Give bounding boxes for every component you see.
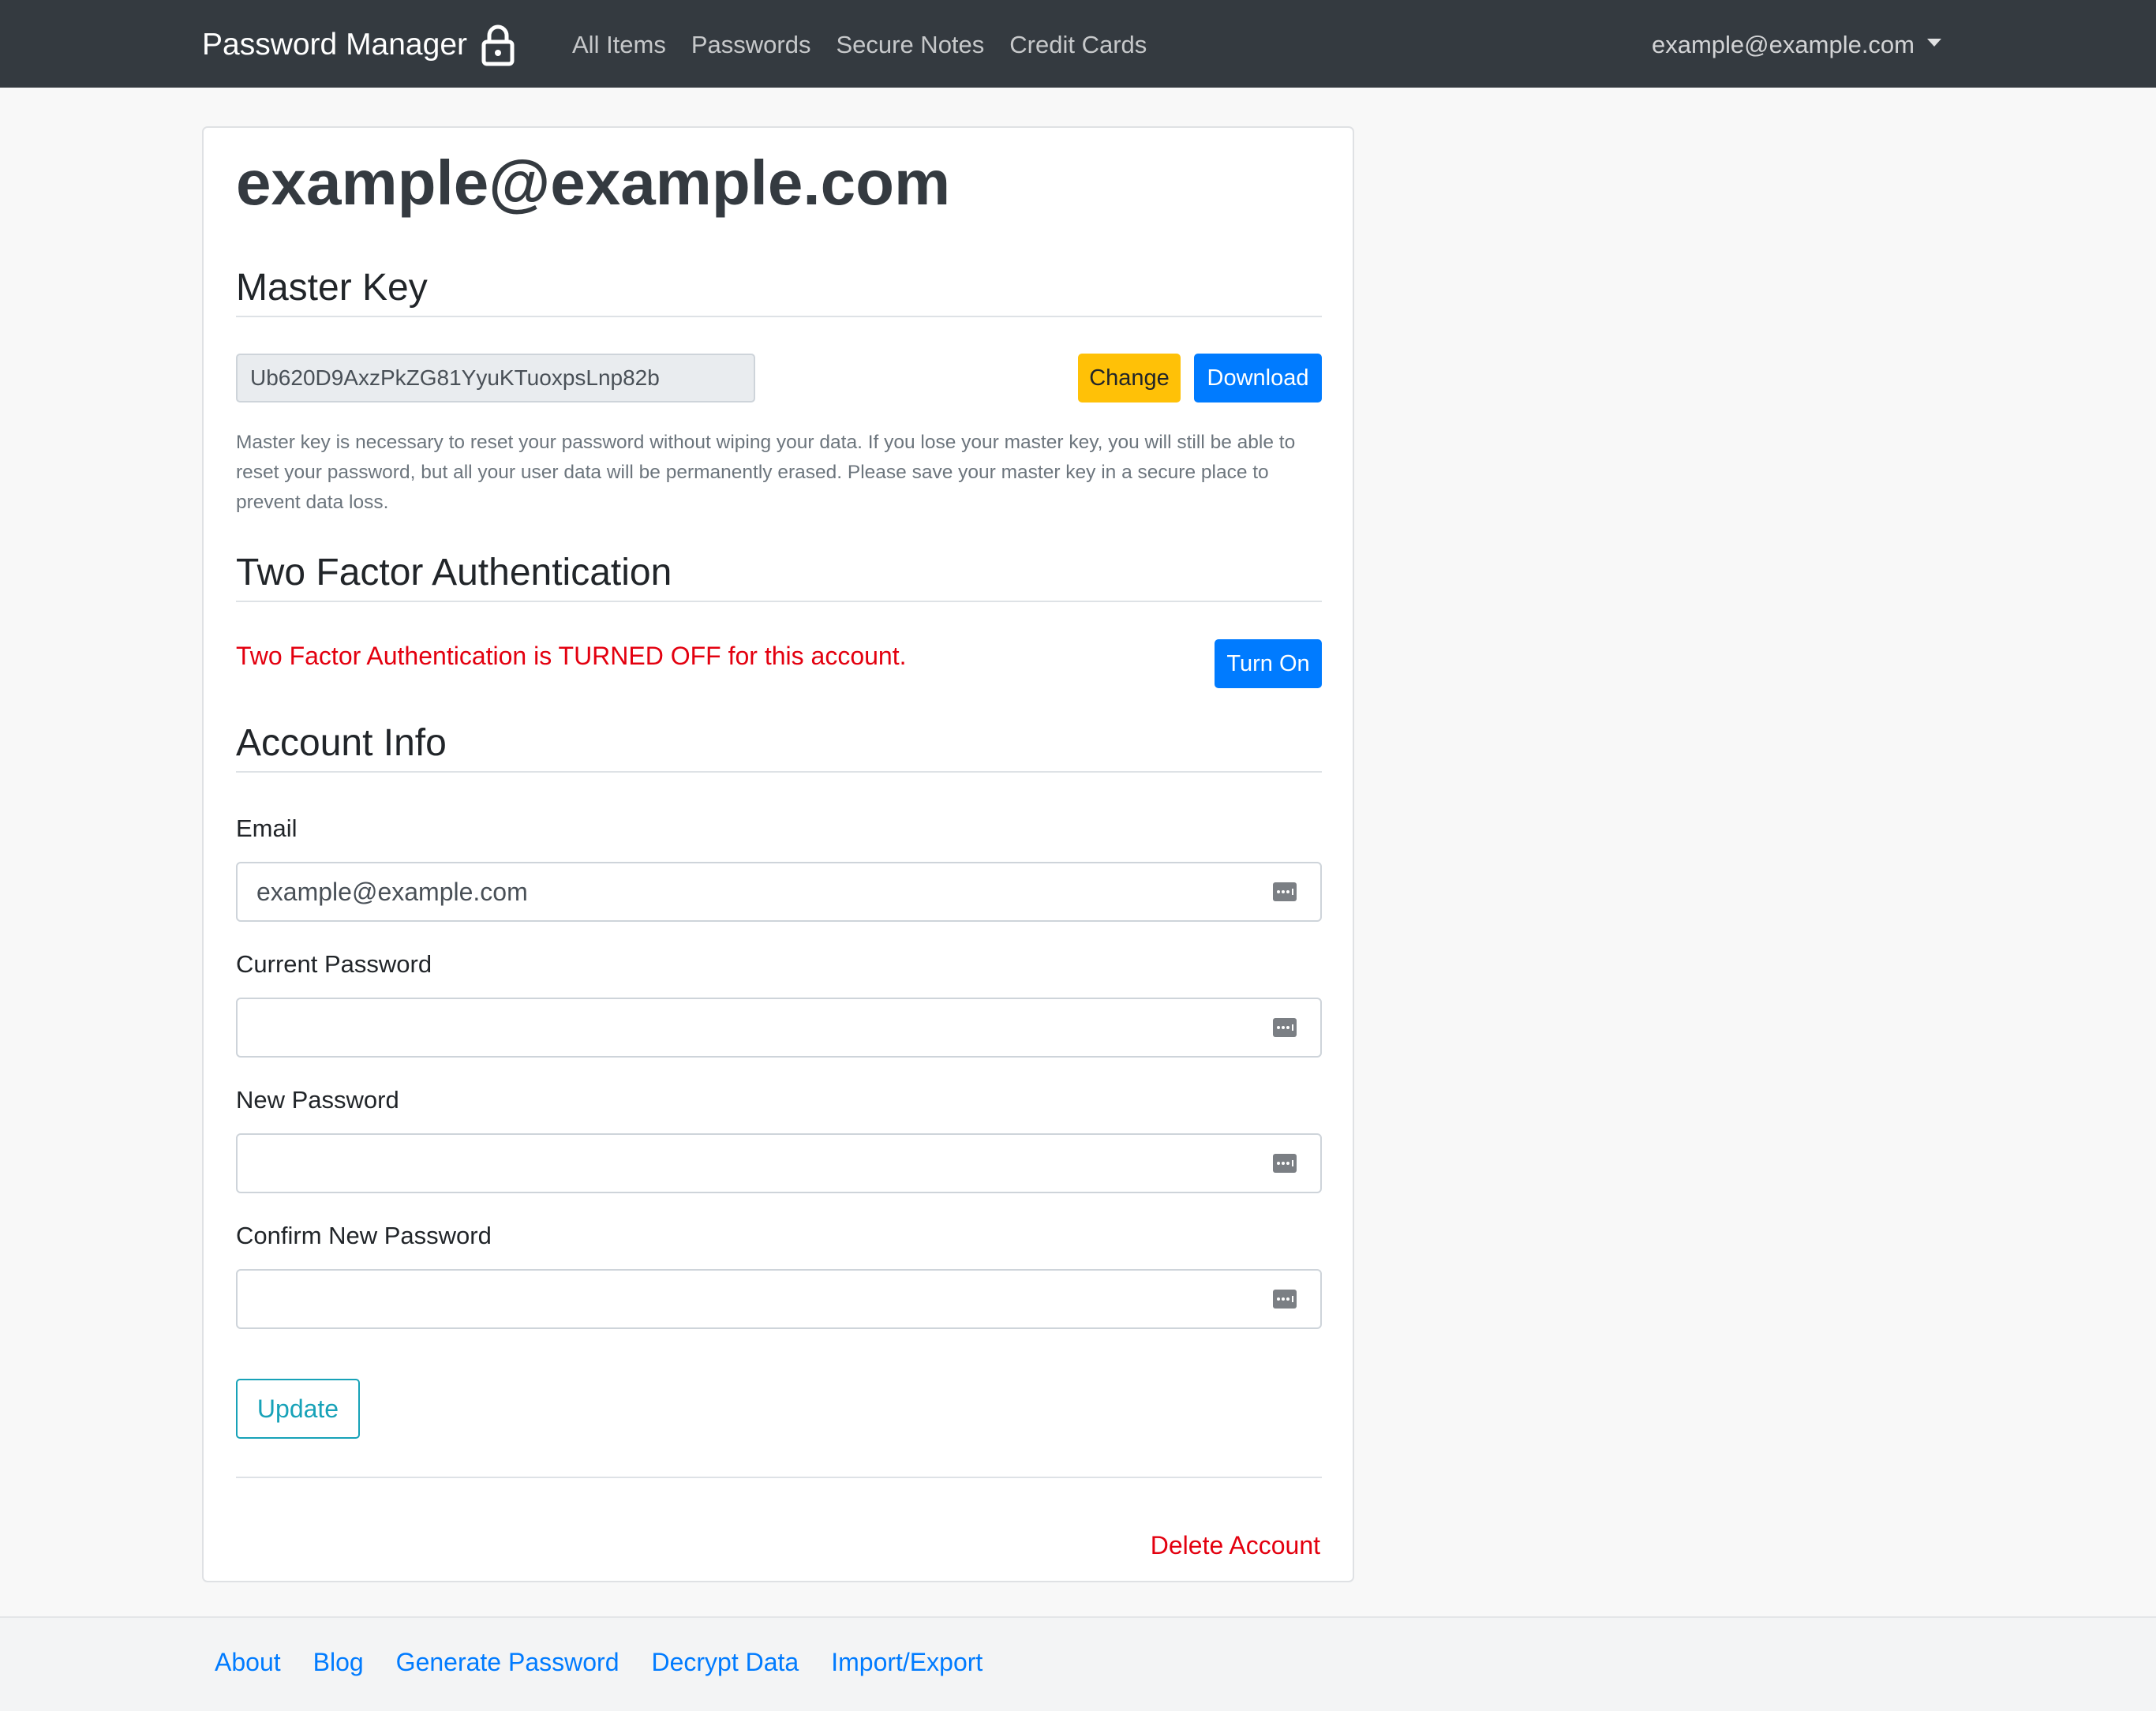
change-master-key-button[interactable]: Change [1078, 354, 1181, 402]
new-password-field[interactable] [236, 1133, 1322, 1193]
delete-account-link[interactable]: Delete Account [1151, 1531, 1320, 1560]
footer-links: About Blog Generate Password Decrypt Dat… [215, 1648, 1015, 1677]
confirm-password-field[interactable] [236, 1269, 1322, 1329]
master-key-heading: Master Key [236, 267, 428, 309]
email-label: Email [236, 814, 298, 842]
nav-passwords[interactable]: Passwords [691, 31, 811, 59]
user-dropdown[interactable]: example@example.com [1652, 22, 1941, 68]
two-factor-status: Two Factor Authentication is TURNED OFF … [236, 642, 907, 670]
account-card: example@example.com Master Key Ub620D9Ax… [202, 126, 1354, 1582]
card-bottom-divider [236, 1477, 1322, 1478]
password-manager-key-icon[interactable] [1273, 882, 1297, 901]
brand-name: Password Manager [202, 28, 467, 62]
caret-down-icon [1927, 39, 1941, 47]
confirm-password-label: Confirm New Password [236, 1222, 492, 1249]
footer-link-blog[interactable]: Blog [313, 1648, 364, 1677]
master-key-divider [236, 316, 1322, 317]
lock-icon [481, 24, 515, 66]
email-value: example@example.com [256, 878, 528, 906]
nav-all-items[interactable]: All Items [572, 31, 666, 59]
footer-link-import-export[interactable]: Import/Export [831, 1648, 983, 1677]
footer-link-decrypt-data[interactable]: Decrypt Data [651, 1648, 799, 1677]
password-manager-key-icon[interactable] [1273, 1154, 1297, 1173]
turn-on-2fa-button[interactable]: Turn On [1215, 639, 1322, 688]
password-manager-key-icon[interactable] [1273, 1290, 1297, 1309]
master-key-field[interactable]: Ub620D9AxzPkZG81YyuKTuoxpsLnp82b [236, 354, 755, 402]
update-button[interactable]: Update [236, 1379, 360, 1439]
current-password-label: Current Password [236, 950, 432, 978]
main-nav: All Items Passwords Secure Notes Credit … [572, 22, 1172, 68]
download-master-key-button[interactable]: Download [1194, 354, 1322, 402]
nav-secure-notes[interactable]: Secure Notes [836, 31, 984, 59]
user-email: example@example.com [1652, 31, 1915, 58]
top-navbar: Password Manager All Items Passwords Sec… [0, 0, 2156, 88]
brand-link[interactable]: Password Manager [202, 22, 515, 68]
account-info-divider [236, 771, 1322, 773]
footer: About Blog Generate Password Decrypt Dat… [0, 1616, 2156, 1711]
account-info-heading: Account Info [236, 722, 447, 764]
current-password-field[interactable] [236, 998, 1322, 1058]
footer-link-about[interactable]: About [215, 1648, 281, 1677]
email-field[interactable]: example@example.com [236, 862, 1322, 922]
two-factor-heading: Two Factor Authentication [236, 552, 672, 593]
footer-link-generate-password[interactable]: Generate Password [396, 1648, 619, 1677]
page-title: example@example.com [236, 148, 951, 218]
master-key-help-text: Master key is necessary to reset your pa… [236, 432, 1296, 513]
password-manager-key-icon[interactable] [1273, 1018, 1297, 1037]
two-factor-divider [236, 601, 1322, 602]
nav-credit-cards[interactable]: Credit Cards [1009, 31, 1147, 59]
new-password-label: New Password [236, 1086, 399, 1114]
